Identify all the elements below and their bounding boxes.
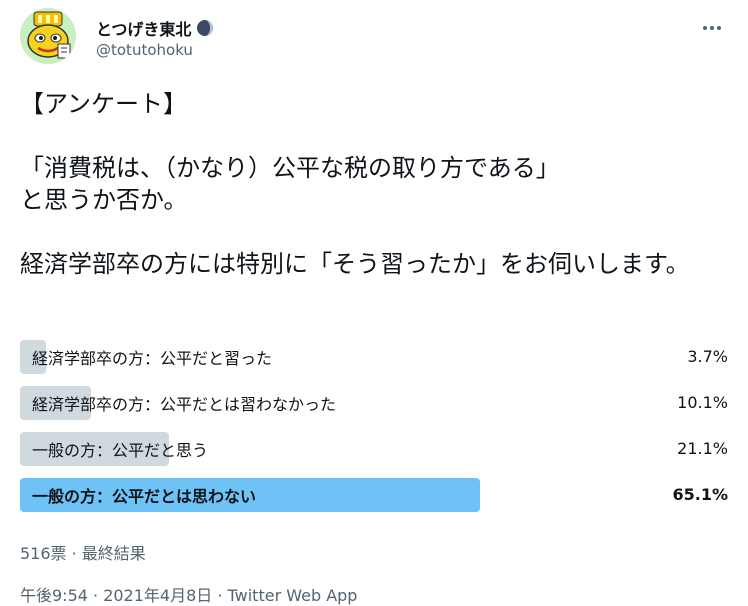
tweet-header: とつげき東北 @totutohoku — [20, 8, 728, 68]
avatar-image — [20, 8, 76, 64]
poll-option-label: 一般の方：公平だと思う — [32, 441, 209, 460]
poll-option: 一般の方：公平だと思う 21.1% — [20, 432, 728, 466]
tweet-text: 【アンケート】 「消費税は、（かなり）公平な税の取り方である」 と思うか否か。 … — [20, 90, 690, 278]
poll-option: 一般の方：公平だとは思わない 65.1% — [20, 478, 728, 512]
poll-option-label: 経済学部卒の方：公平だとは習わなかった — [32, 395, 337, 414]
poll-option-label: 一般の方：公平だとは思わない — [32, 487, 257, 506]
poll-option: 経済学部卒の方：公平だとは習わなかった 10.1% — [20, 386, 728, 420]
user-handle[interactable]: @totutohoku — [96, 41, 193, 59]
display-name[interactable]: とつげき東北 — [96, 16, 191, 40]
name-row: とつげき東北 — [96, 16, 214, 40]
timestamp[interactable]: 午後9:54 · 2021年4月8日 · Twitter Web App — [20, 582, 357, 606]
poll-option-label: 経済学部卒の方：公平だと習った — [32, 349, 273, 368]
poll-option: 経済学部卒の方：公平だと習った 3.7% — [20, 340, 728, 374]
avatar[interactable] — [20, 8, 76, 64]
poll-option-percent: 3.7% — [687, 347, 728, 366]
poll-meta: 516票 · 最終結果 — [20, 544, 146, 563]
poll: 経済学部卒の方：公平だと習った 3.7% 経済学部卒の方：公平だとは習わなかった 10… — [20, 340, 728, 524]
poll-option-percent: 21.1% — [677, 439, 728, 458]
moon-icon — [196, 19, 214, 37]
poll-option-percent: 10.1% — [677, 393, 728, 412]
more-icon[interactable] — [700, 16, 724, 40]
poll-option-percent: 65.1% — [672, 485, 728, 504]
